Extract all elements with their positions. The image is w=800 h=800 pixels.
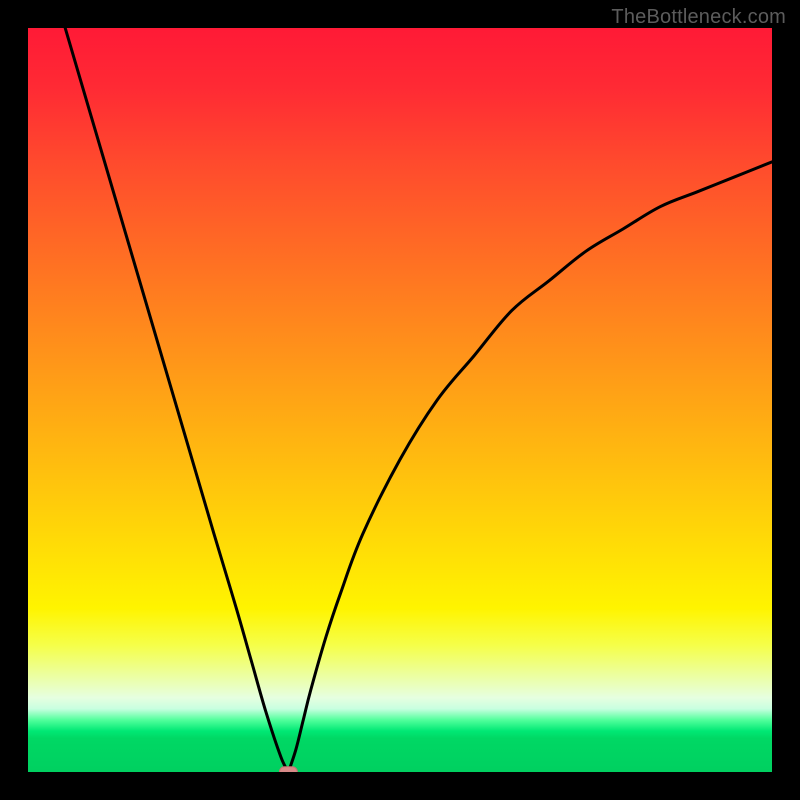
watermark-text: TheBottleneck.com (611, 6, 786, 29)
minimum-marker (279, 767, 297, 772)
curve-layer (28, 28, 772, 772)
bottleneck-curve (65, 28, 772, 772)
chart-frame: TheBottleneck.com (0, 0, 800, 800)
plot-area (28, 28, 772, 772)
